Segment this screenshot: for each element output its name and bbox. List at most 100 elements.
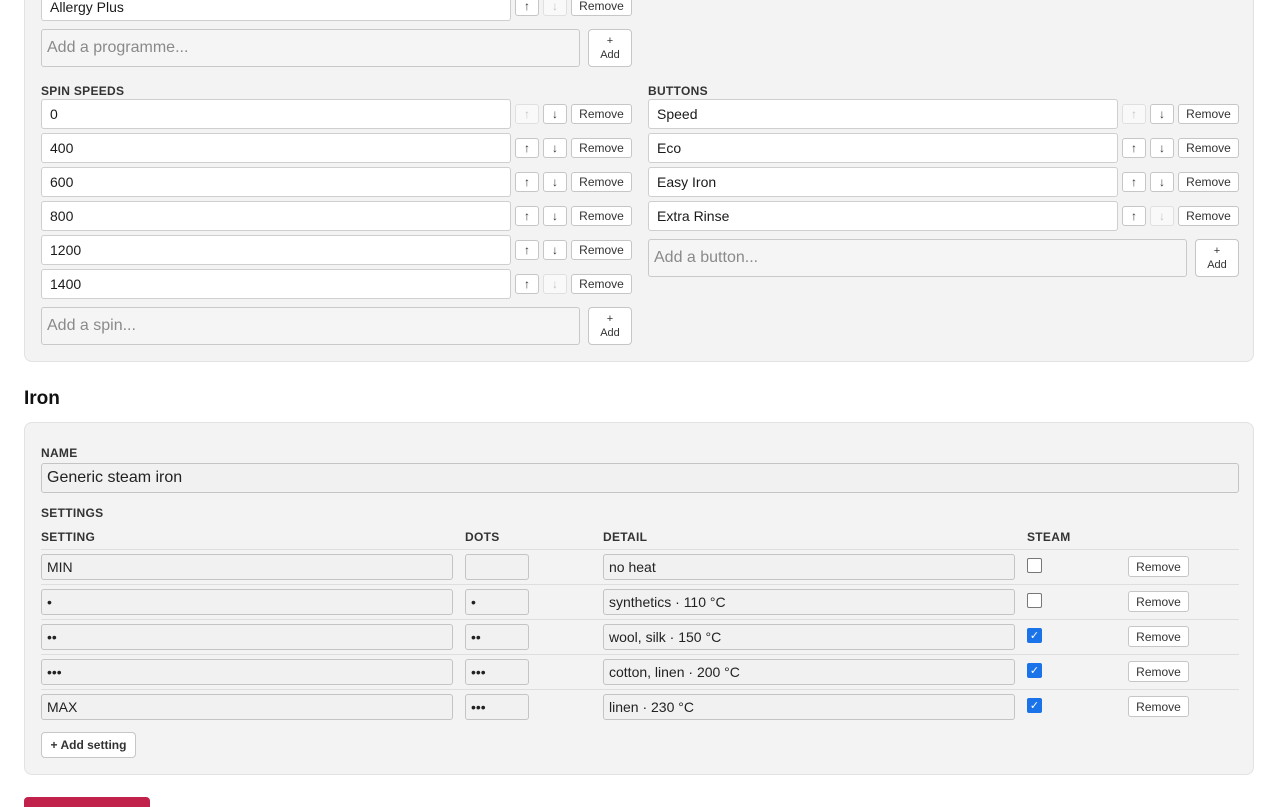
setting-remove-button[interactable]: Remove — [1128, 661, 1189, 682]
add-plus-icon: + — [1213, 245, 1221, 257]
spin-move-up-button[interactable]: ↑ — [515, 274, 539, 294]
spin-input[interactable]: 600 — [41, 167, 511, 197]
detail-input[interactable]: linen · 230 °C — [603, 694, 1015, 720]
button-add-button[interactable]: + Add — [1195, 239, 1239, 277]
spin-move-down-button[interactable]: ↓ — [543, 240, 567, 260]
button-remove-button[interactable]: Remove — [1178, 206, 1239, 226]
setting-input[interactable]: MAX — [41, 694, 453, 720]
spin-remove-button[interactable]: Remove — [571, 104, 632, 124]
add-setting-button[interactable]: + Add setting — [41, 732, 136, 758]
button-remove-button[interactable]: Remove — [1178, 138, 1239, 158]
spin-move-down-button[interactable]: ↓ — [543, 206, 567, 226]
setting-remove-button[interactable]: Remove — [1128, 591, 1189, 612]
programme-add-input[interactable]: Add a programme... — [41, 29, 580, 67]
button-input[interactable]: Speed — [648, 99, 1118, 129]
table-divider — [41, 549, 1239, 550]
column-header-detail: DETAIL — [603, 530, 648, 544]
spin-move-down-button[interactable]: ↓ — [543, 104, 567, 124]
spin-speeds-label: SPIN SPEEDS — [41, 84, 125, 98]
button-move-down-button[interactable]: ↓ — [1150, 206, 1174, 226]
spin-input[interactable]: 400 — [41, 133, 511, 163]
button-move-up-button[interactable]: ↑ — [1122, 104, 1146, 124]
spin-remove-button[interactable]: Remove — [571, 206, 632, 226]
column-header-dots: DOTS — [465, 530, 500, 544]
button-move-down-button[interactable]: ↓ — [1150, 172, 1174, 192]
add-label: Add — [600, 49, 620, 61]
spin-remove-button[interactable]: Remove — [571, 240, 632, 260]
spin-move-down-button[interactable]: ↓ — [543, 138, 567, 158]
dots-input[interactable]: ••• — [465, 659, 529, 685]
programme-remove-button[interactable]: Remove — [571, 0, 632, 16]
spin-remove-button[interactable]: Remove — [571, 274, 632, 294]
dots-input[interactable]: ••• — [465, 694, 529, 720]
setting-remove-button[interactable]: Remove — [1128, 556, 1189, 577]
dots-input[interactable] — [465, 554, 529, 580]
steam-checkbox[interactable]: ✓ — [1027, 698, 1042, 713]
detail-input[interactable]: no heat — [603, 554, 1015, 580]
spin-move-up-button[interactable]: ↑ — [515, 172, 539, 192]
danger-button[interactable] — [24, 797, 150, 807]
dots-input[interactable]: •• — [465, 624, 529, 650]
iron-heading: Iron — [24, 388, 60, 409]
button-move-up-button[interactable]: ↑ — [1122, 138, 1146, 158]
add-plus-icon: + — [606, 313, 614, 325]
spin-input[interactable]: 1400 — [41, 269, 511, 299]
spin-move-up-button[interactable]: ↑ — [515, 138, 539, 158]
setting-remove-button[interactable]: Remove — [1128, 626, 1189, 647]
spin-move-down-button[interactable]: ↓ — [543, 172, 567, 192]
table-divider — [41, 619, 1239, 620]
checkmark-icon: ✓ — [1029, 630, 1040, 642]
column-header-steam: STEAM — [1027, 530, 1071, 544]
spin-input[interactable]: 1200 — [41, 235, 511, 265]
add-label: Add — [600, 327, 620, 339]
button-remove-button[interactable]: Remove — [1178, 172, 1239, 192]
setting-remove-button[interactable]: Remove — [1128, 696, 1189, 717]
add-label: Add — [1207, 259, 1227, 271]
spin-add-input[interactable]: Add a spin... — [41, 307, 580, 345]
spin-input[interactable]: 800 — [41, 201, 511, 231]
button-input[interactable]: Extra Rinse — [648, 201, 1118, 231]
button-move-up-button[interactable]: ↑ — [1122, 206, 1146, 226]
buttons-label: BUTTONS — [648, 84, 708, 98]
spin-remove-button[interactable]: Remove — [571, 172, 632, 192]
spin-move-up-button[interactable]: ↑ — [515, 206, 539, 226]
setting-input[interactable]: • — [41, 589, 453, 615]
button-remove-button[interactable]: Remove — [1178, 104, 1239, 124]
button-input[interactable]: Easy Iron — [648, 167, 1118, 197]
settings-label: SETTINGS — [41, 506, 104, 520]
steam-checkbox[interactable]: ✓ — [1027, 663, 1042, 678]
setting-input[interactable]: ••• — [41, 659, 453, 685]
dots-input[interactable]: • — [465, 589, 529, 615]
programme-add-button[interactable]: + Add — [588, 29, 632, 67]
spin-input[interactable]: 0 — [41, 99, 511, 129]
steam-checkbox[interactable] — [1027, 593, 1042, 608]
steam-checkbox[interactable]: ✓ — [1027, 628, 1042, 643]
checkmark-icon: ✓ — [1029, 665, 1040, 677]
programme-input-allergy-plus[interactable]: Allergy Plus — [41, 0, 511, 21]
programme-move-up-button[interactable]: ↑ — [515, 0, 539, 16]
button-move-down-button[interactable]: ↓ — [1150, 104, 1174, 124]
detail-input[interactable]: wool, silk · 150 °C — [603, 624, 1015, 650]
button-input[interactable]: Eco — [648, 133, 1118, 163]
programme-move-down-button[interactable]: ↓ — [543, 0, 567, 16]
spin-add-button[interactable]: + Add — [588, 307, 632, 345]
button-move-down-button[interactable]: ↓ — [1150, 138, 1174, 158]
steam-checkbox[interactable] — [1027, 558, 1042, 573]
setting-input[interactable]: MIN — [41, 554, 453, 580]
add-plus-icon: + — [606, 35, 614, 47]
detail-input[interactable]: cotton, linen · 200 °C — [603, 659, 1015, 685]
spin-move-down-button[interactable]: ↓ — [543, 274, 567, 294]
button-move-up-button[interactable]: ↑ — [1122, 172, 1146, 192]
spin-move-up-button[interactable]: ↑ — [515, 104, 539, 124]
iron-name-input[interactable]: Generic steam iron — [41, 463, 1239, 493]
table-divider — [41, 689, 1239, 690]
setting-input[interactable]: •• — [41, 624, 453, 650]
checkmark-icon: ✓ — [1029, 700, 1040, 712]
iron-name-label: NAME — [41, 446, 78, 460]
spin-remove-button[interactable]: Remove — [571, 138, 632, 158]
table-divider — [41, 584, 1239, 585]
detail-input[interactable]: synthetics · 110 °C — [603, 589, 1015, 615]
spin-move-up-button[interactable]: ↑ — [515, 240, 539, 260]
button-add-input[interactable]: Add a button... — [648, 239, 1187, 277]
column-header-setting: SETTING — [41, 530, 96, 544]
